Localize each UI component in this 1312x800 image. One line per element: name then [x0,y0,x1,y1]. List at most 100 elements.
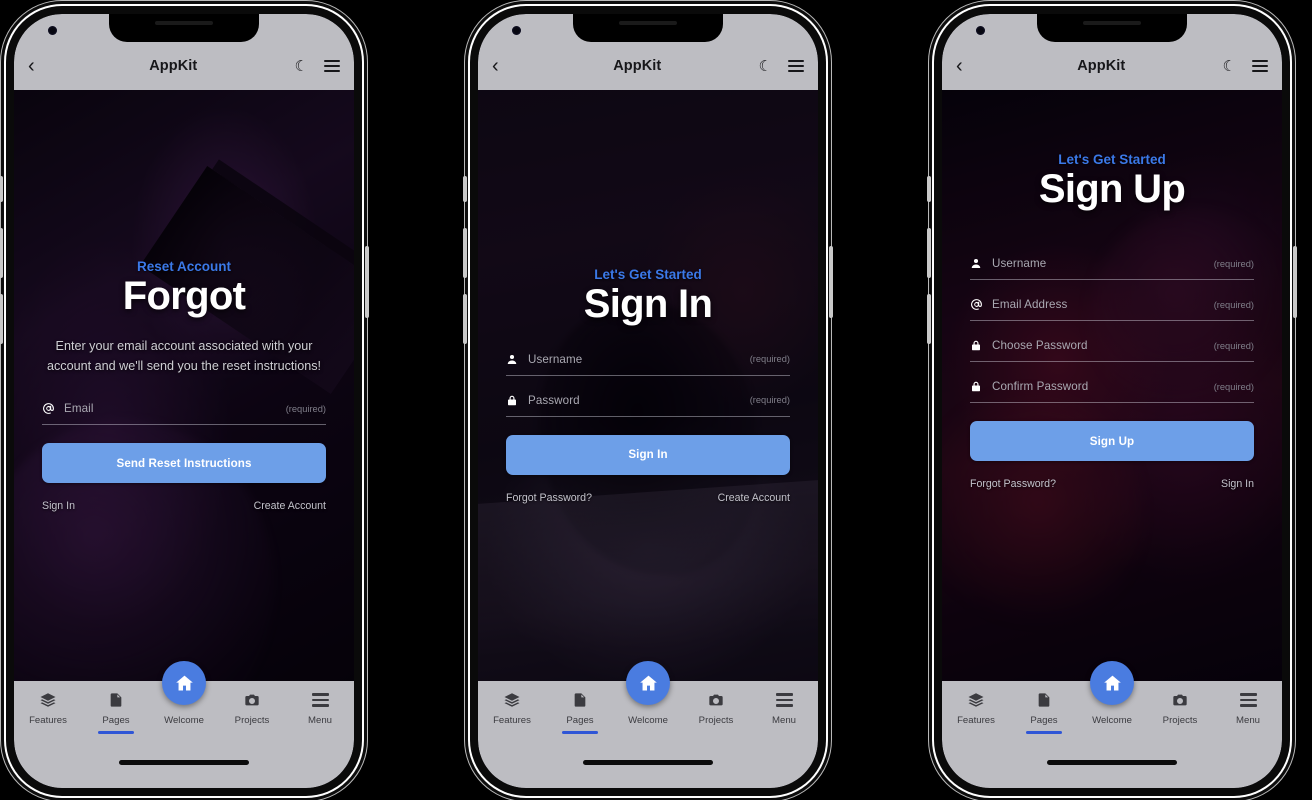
tab-label: Menu [308,715,332,726]
username-field[interactable]: Username (required) [506,353,790,376]
sign-up-button[interactable]: Sign Up [970,421,1254,462]
create-account-link[interactable]: Create Account [254,500,326,512]
sign-in-link[interactable]: Sign In [42,500,75,512]
back-icon[interactable]: ‹ [492,56,516,76]
document-icon [572,690,588,710]
screenshot-stage: ‹ AppKit ☾ Reset Account Forgot Enter yo… [0,0,1312,800]
moon-icon[interactable]: ☾ [295,59,308,74]
home-fab-button[interactable] [162,661,206,705]
power-button[interactable] [1293,246,1297,318]
choose-password-label: Choose Password [992,339,1088,353]
phone-screen-signup: ‹ AppKit ☾ Let's Get Started Sign Up Use… [942,14,1282,788]
back-icon[interactable]: ‹ [956,56,980,76]
required-note: (required) [749,354,790,365]
tab-projects[interactable]: Projects [1146,690,1214,726]
confirm-password-field[interactable]: Confirm Password (required) [970,380,1254,404]
volume-down-button[interactable] [0,294,3,344]
page-description: Enter your email account associated with… [46,338,322,374]
signup-form: Username (required) Email Address (requi… [970,257,1254,490]
auth-links: Sign In Create Account [42,500,326,512]
tab-menu[interactable]: Menu [1214,690,1282,726]
tab-features[interactable]: Features [14,690,82,726]
camera-icon [1171,690,1189,710]
home-fab-button[interactable] [1090,661,1134,705]
tab-label: Welcome [1092,715,1132,726]
tab-label: Features [29,715,67,726]
power-button[interactable] [829,246,833,318]
person-icon [970,257,992,270]
page-eyebrow: Let's Get Started [594,267,702,283]
tab-features[interactable]: Features [942,690,1010,726]
silent-switch[interactable] [927,176,931,202]
hamburger-menu-icon [311,690,329,710]
home-indicator[interactable] [583,760,713,765]
choose-password-field[interactable]: Choose Password (required) [970,339,1254,363]
volume-up-button[interactable] [463,228,467,278]
password-field[interactable]: Password (required) [506,394,790,417]
tab-pages[interactable]: Pages [546,690,614,734]
volume-down-button[interactable] [927,294,931,344]
front-camera [976,26,985,35]
home-fab-button[interactable] [626,661,670,705]
username-field[interactable]: Username (required) [970,257,1254,281]
moon-icon[interactable]: ☾ [1223,59,1236,74]
camera-icon [707,690,725,710]
sign-in-link[interactable]: Sign In [1221,478,1254,490]
tab-label: Menu [1236,715,1260,726]
bottom-navigation: Features Pages Welcome Projects Menu [942,661,1282,788]
hamburger-menu-icon[interactable] [1252,60,1268,72]
hamburger-menu-icon[interactable] [788,60,804,72]
forgot-form: Email (required) Send Reset Instructions… [42,402,326,512]
tab-menu[interactable]: Menu [286,690,354,726]
volume-up-button[interactable] [0,228,3,278]
forgot-password-link[interactable]: Forgot Password? [970,478,1056,490]
tab-label: Pages [102,715,130,726]
forgot-password-link[interactable]: Forgot Password? [506,492,592,504]
home-indicator[interactable] [119,760,249,765]
hamburger-menu-icon[interactable] [324,60,340,72]
tab-label: Projects [698,715,734,726]
sign-in-button[interactable]: Sign In [506,434,790,475]
tab-features[interactable]: Features [478,690,546,726]
bottom-navigation: Features Pages Welcome Projects Menu [14,661,354,788]
tab-label: Projects [234,715,270,726]
person-icon [506,353,528,366]
page-title: Forgot [122,273,246,318]
home-indicator[interactable] [1047,760,1177,765]
tab-pages[interactable]: Pages [1010,690,1078,734]
send-reset-instructions-button[interactable]: Send Reset Instructions [42,443,326,484]
required-note: (required) [285,403,326,414]
phone-bezel: ‹ AppKit ☾ Let's Get Started Sign Up Use… [942,14,1282,788]
document-icon [1036,690,1052,710]
signin-form: Username (required) Password (required) [506,353,790,504]
home-indicator-area [942,756,1282,788]
volume-up-button[interactable] [927,228,931,278]
moon-icon[interactable]: ☾ [759,59,772,74]
power-button[interactable] [365,246,369,318]
app-title: AppKit [149,58,198,74]
silent-switch[interactable] [463,176,467,202]
phone-screen-forgot: ‹ AppKit ☾ Reset Account Forgot Enter yo… [14,14,354,788]
create-account-link[interactable]: Create Account [718,492,790,504]
email-field[interactable]: Email Address (required) [970,298,1254,322]
required-note: (required) [1213,340,1254,351]
page-body: Let's Get Started Sign Up Username (requ… [942,90,1282,681]
volume-down-button[interactable] [463,294,467,344]
phone-bezel: ‹ AppKit ☾ Let's Get Started Sign In Use… [478,14,818,788]
tab-projects[interactable]: Projects [218,690,286,726]
app-bar: ‹ AppKit ☾ [14,42,354,90]
silent-switch[interactable] [0,176,3,202]
auth-links: Forgot Password? Sign In [970,478,1254,490]
email-field[interactable]: Email (required) [42,402,326,426]
phone-bezel: ‹ AppKit ☾ Reset Account Forgot Enter yo… [14,14,354,788]
tab-pages[interactable]: Pages [82,690,150,734]
page-body: Let's Get Started Sign In Username (requ… [478,90,818,681]
password-label: Password [528,393,580,407]
tab-label: Pages [566,715,594,726]
tab-projects[interactable]: Projects [682,690,750,726]
tab-menu[interactable]: Menu [750,690,818,726]
page-body: Reset Account Forgot Enter your email ac… [14,90,354,681]
back-icon[interactable]: ‹ [28,56,52,76]
phone-device-signin: ‹ AppKit ☾ Let's Get Started Sign In Use… [463,6,833,796]
camera-icon [243,690,261,710]
